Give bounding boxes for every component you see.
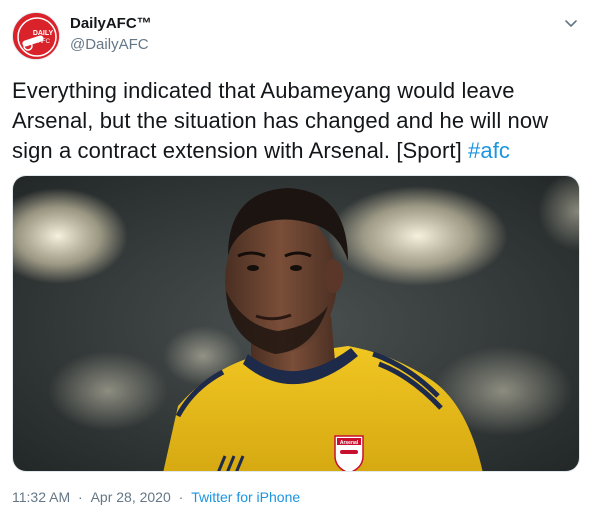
tweet-meta: 11:32 AM · Apr 28, 2020 · Twitter for iP…	[12, 489, 300, 505]
tweet-source-link[interactable]: Twitter for iPhone	[191, 489, 300, 505]
avatar-text-bottom: AFC	[38, 39, 51, 45]
crest-text: Arsenal	[340, 440, 359, 446]
arsenal-crest: Arsenal	[334, 435, 364, 471]
hashtag-link[interactable]: #afc	[468, 138, 510, 163]
daily-afc-logo: DAILY AFC	[13, 13, 59, 59]
player-photo: Arsenal	[13, 176, 579, 471]
display-name[interactable]: DailyAFC™	[70, 15, 152, 32]
tweet-text: Everything indicated that Aubameyang wou…	[12, 76, 584, 166]
tweet-media-photo[interactable]: Arsenal	[12, 175, 580, 472]
meta-separator: ·	[174, 489, 188, 505]
user-handle[interactable]: @DailyAFC	[70, 36, 149, 53]
chevron-down-icon[interactable]	[562, 14, 580, 32]
avatar-text-top: DAILY	[33, 30, 54, 37]
tweet-date[interactable]: Apr 28, 2020	[91, 489, 171, 505]
avatar[interactable]: DAILY AFC	[12, 12, 60, 60]
tweet-time[interactable]: 11:32 AM	[12, 489, 70, 505]
tweet-card: DAILY AFC DailyAFC™ @DailyAFC Everything…	[0, 0, 595, 528]
meta-separator: ·	[74, 489, 87, 505]
